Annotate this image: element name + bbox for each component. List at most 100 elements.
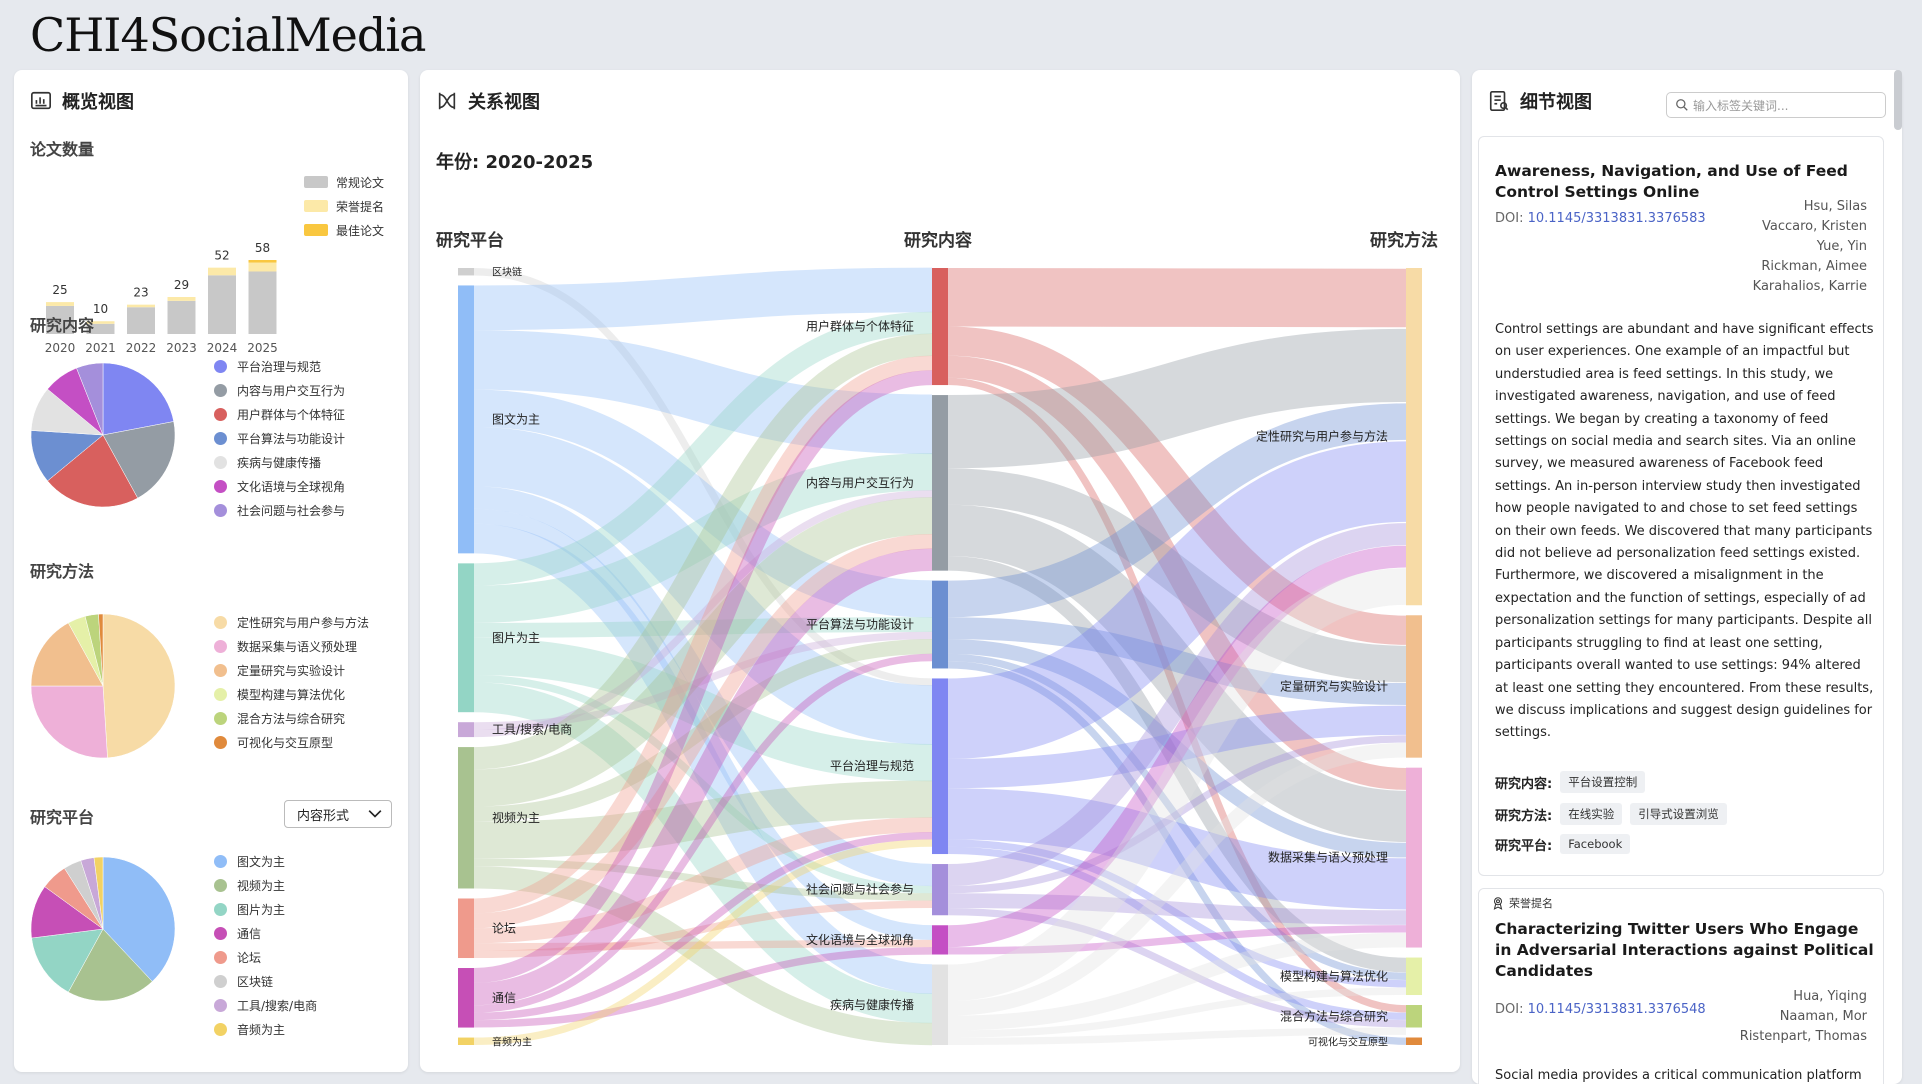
method-tag[interactable]: 在线实验 bbox=[1560, 803, 1623, 825]
bar-tick-label: 2023 bbox=[166, 341, 197, 355]
platform-legend-item[interactable]: 区块链 bbox=[214, 969, 317, 993]
bar-segment[interactable] bbox=[127, 304, 155, 308]
tag-search-box[interactable]: 输入标签关键词... bbox=[1666, 92, 1886, 118]
content-legend-item[interactable]: 社会问题与社会参与 bbox=[214, 498, 345, 522]
sankey-node[interactable] bbox=[458, 968, 474, 1028]
paper-title[interactable]: Characterizing Twitter Users Who Engage … bbox=[1495, 919, 1875, 982]
method-legend-item[interactable]: 定性研究与用户参与方法 bbox=[214, 610, 369, 634]
platform-legend-item[interactable]: 通信 bbox=[214, 921, 317, 945]
sankey-diagram[interactable]: 区块链图文为主图片为主工具/搜索/电商视频为主论坛通信音频为主 用户群体与个体特征… bbox=[420, 70, 1460, 1072]
legend-label: 图文为主 bbox=[237, 854, 286, 869]
sankey-node[interactable] bbox=[932, 864, 948, 916]
legend-label: 区块链 bbox=[237, 974, 274, 989]
legend-dot bbox=[214, 479, 227, 493]
bar-segment[interactable] bbox=[248, 260, 277, 263]
content-legend-item[interactable]: 文化语境与全球视角 bbox=[214, 474, 345, 498]
sankey-node[interactable] bbox=[1406, 1005, 1422, 1028]
detail-scrollbar[interactable] bbox=[1894, 70, 1902, 130]
sankey-node[interactable] bbox=[1406, 767, 1422, 948]
platform-dimension-value: 内容形式 bbox=[297, 808, 350, 824]
sankey-node[interactable] bbox=[458, 898, 474, 959]
author: Rickman, Aimee bbox=[1761, 259, 1867, 274]
content-legend-item[interactable]: 疾病与健康传播 bbox=[214, 450, 345, 474]
bar-segment[interactable] bbox=[167, 300, 196, 334]
legend-regular[interactable]: 常规论文 bbox=[304, 170, 384, 194]
sankey-node[interactable] bbox=[1406, 268, 1422, 606]
content-legend-item[interactable]: 内容与用户交互行为 bbox=[214, 378, 345, 402]
doi-link[interactable]: 10.1145/3313831.3376583 bbox=[1528, 211, 1706, 226]
legend-swatch bbox=[304, 224, 328, 236]
pie-slice[interactable] bbox=[30, 685, 108, 759]
platform-tag[interactable]: Facebook bbox=[1560, 834, 1631, 854]
sankey-node[interactable] bbox=[458, 285, 474, 554]
method-pie-chart[interactable] bbox=[28, 611, 178, 761]
method-legend-item[interactable]: 定量研究与实验设计 bbox=[214, 658, 369, 682]
legend-label: 平台算法与功能设计 bbox=[237, 431, 346, 446]
sankey-node[interactable] bbox=[932, 964, 948, 1045]
bar-segment[interactable] bbox=[46, 302, 74, 306]
pie-slice[interactable] bbox=[102, 613, 176, 759]
platform-legend-item[interactable]: 论坛 bbox=[214, 945, 317, 969]
content-legend-item[interactable]: 用户群体与个体特征 bbox=[214, 402, 345, 426]
bar-segment[interactable] bbox=[167, 297, 196, 301]
sankey-link[interactable] bbox=[473, 267, 933, 331]
platform-legend-item[interactable]: 音频为主 bbox=[214, 1017, 317, 1041]
legend-dot bbox=[214, 878, 227, 892]
platform-legend-item[interactable]: 图文为主 bbox=[214, 849, 317, 873]
bar-segment[interactable] bbox=[208, 275, 236, 334]
platform-dimension-select[interactable]: 内容形式 bbox=[284, 800, 392, 828]
sankey-node[interactable] bbox=[1406, 957, 1422, 996]
badge-label: 荣誉提名 bbox=[1509, 897, 1553, 910]
legend-dot bbox=[214, 854, 227, 868]
platform-legend-item[interactable]: 图片为主 bbox=[214, 897, 317, 921]
legend-best[interactable]: 最佳论文 bbox=[304, 218, 384, 242]
platform-pie-chart[interactable] bbox=[28, 854, 178, 1004]
bar-segment[interactable] bbox=[248, 271, 277, 334]
platform-legend-item[interactable]: 视频为主 bbox=[214, 873, 317, 897]
paper-card[interactable]: 荣誉提名 Characterizing Twitter Users Who En… bbox=[1478, 888, 1884, 1084]
sankey-node[interactable] bbox=[458, 1037, 474, 1045]
bar-segment[interactable] bbox=[208, 267, 236, 276]
sankey-node[interactable] bbox=[458, 722, 474, 738]
legend-dot bbox=[214, 998, 227, 1012]
legend-label: 模型构建与算法优化 bbox=[237, 687, 346, 702]
sankey-node[interactable] bbox=[932, 268, 948, 386]
content-pie-chart[interactable] bbox=[28, 360, 178, 510]
sankey-node[interactable] bbox=[932, 580, 948, 669]
paper-card[interactable]: Awareness, Navigation, and Use of Feed C… bbox=[1478, 136, 1884, 876]
sankey-link[interactable] bbox=[947, 267, 1407, 328]
content-title: 研究内容 bbox=[30, 316, 95, 335]
content-legend-item[interactable]: 平台治理与规范 bbox=[214, 354, 345, 378]
sankey-node-label: 平台算法与功能设计 bbox=[806, 617, 914, 632]
content-tag[interactable]: 平台设置控制 bbox=[1560, 771, 1646, 793]
method-legend-item[interactable]: 数据采集与语义预处理 bbox=[214, 634, 369, 658]
legend-dot bbox=[214, 455, 227, 469]
sankey-node[interactable] bbox=[1406, 1037, 1422, 1045]
method-legend-item[interactable]: 混合方法与综合研究 bbox=[214, 706, 369, 730]
bar-value-label: 29 bbox=[174, 278, 189, 292]
method-legend-item[interactable]: 可视化与交互原型 bbox=[214, 730, 369, 754]
sankey-node[interactable] bbox=[1406, 615, 1422, 758]
sankey-node[interactable] bbox=[458, 563, 474, 713]
method-tag[interactable]: 引导式设置浏览 bbox=[1630, 803, 1727, 825]
sankey-node[interactable] bbox=[932, 925, 948, 955]
bar-segment[interactable] bbox=[248, 262, 277, 272]
content-legend-item[interactable]: 平台算法与功能设计 bbox=[214, 426, 345, 450]
sankey-node-label: 音频为主 bbox=[492, 1035, 532, 1048]
legend-label: 音频为主 bbox=[237, 1022, 286, 1037]
doi-link[interactable]: 10.1145/3313831.3376548 bbox=[1528, 1002, 1706, 1017]
sankey-node[interactable] bbox=[932, 678, 948, 855]
legend-honorable[interactable]: 荣誉提名 bbox=[304, 194, 384, 218]
platform-legend-item[interactable]: 工具/搜索/电商 bbox=[214, 993, 317, 1017]
method-tag-label: 研究方法: bbox=[1495, 808, 1553, 824]
bar-chart-icon bbox=[31, 91, 51, 110]
bar-segment[interactable] bbox=[127, 307, 155, 334]
sankey-node-label: 工具/搜索/电商 bbox=[492, 722, 572, 737]
honorable-mention-badge: 荣誉提名 bbox=[1491, 895, 1553, 911]
sankey-node[interactable] bbox=[458, 268, 474, 276]
method-legend-item[interactable]: 模型构建与算法优化 bbox=[214, 682, 369, 706]
sankey-node[interactable] bbox=[932, 395, 948, 571]
sankey-node-label: 图文为主 bbox=[492, 411, 540, 426]
legend-label: 常规论文 bbox=[336, 175, 385, 190]
sankey-node[interactable] bbox=[458, 747, 474, 889]
